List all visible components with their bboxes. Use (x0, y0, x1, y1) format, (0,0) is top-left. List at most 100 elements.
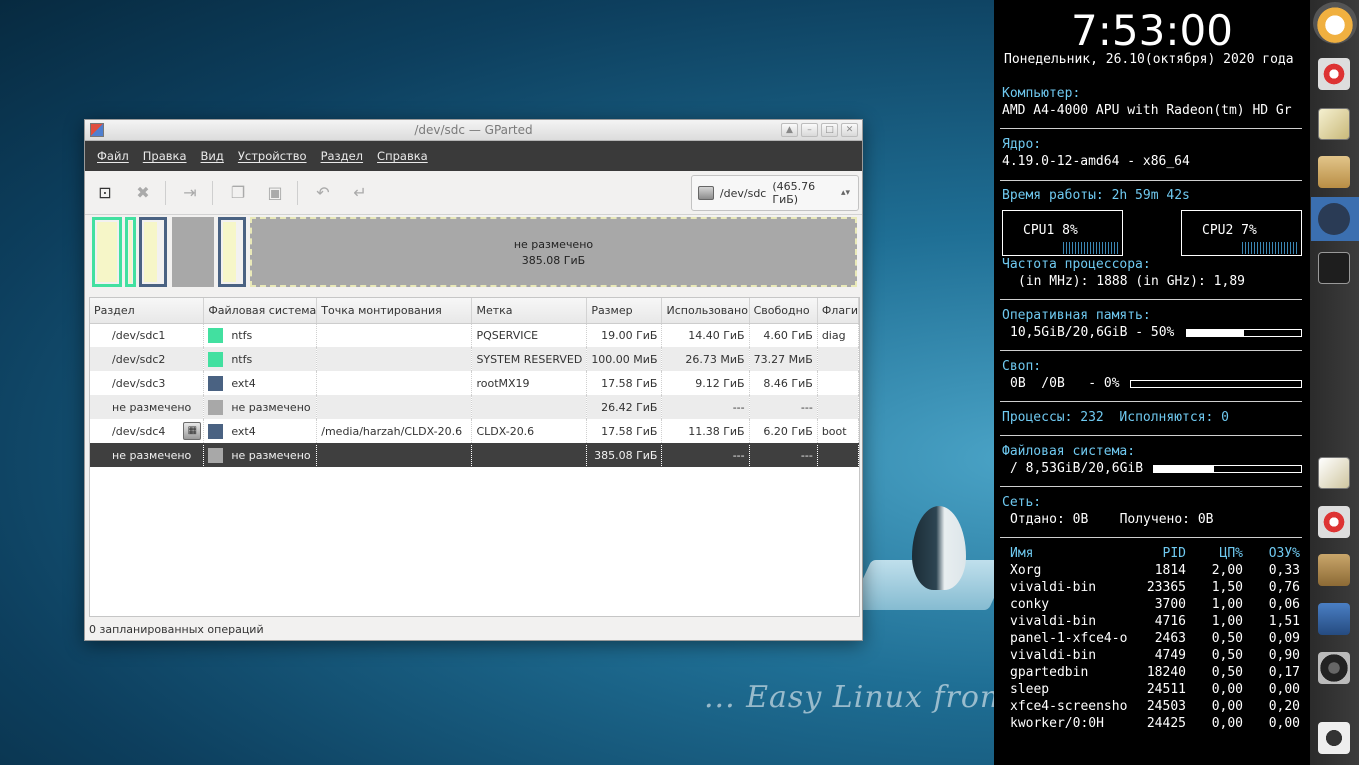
fs-color-swatch (208, 399, 224, 415)
menu-file[interactable]: Файл (97, 149, 129, 163)
window-titlebar[interactable]: /dev/sdc — GParted ▲ – □ ✕ (85, 120, 862, 141)
diskmap-sdc4[interactable] (218, 217, 246, 287)
window-shade-icon[interactable]: ▲ (781, 123, 798, 137)
cell-free: 6.20 ГиБ (749, 419, 818, 443)
table-row[interactable]: /dev/sdc1 ntfs PQSERVICE 19.00 ГиБ 14.40… (90, 323, 860, 347)
cell-used: --- (661, 443, 750, 467)
col-free[interactable]: Свободно (749, 298, 818, 324)
disk-burner-icon[interactable] (1318, 58, 1350, 90)
gparted-window: /dev/sdc — GParted ▲ – □ ✕ Файл Правка В… (84, 119, 863, 641)
cell-partition: /dev/sdc2 (90, 347, 205, 371)
device-selector[interactable]: /dev/sdc (465.76 ГиБ) ▴▾ (691, 175, 859, 211)
menu-edit[interactable]: Правка (143, 149, 187, 163)
col-used[interactable]: Использовано (661, 298, 750, 324)
cell-free: 73.27 МиБ (749, 347, 818, 371)
partition-table: Раздел Файловая система Точка монтирован… (89, 297, 860, 617)
cell-partition: не размечено (90, 443, 205, 467)
conky-panel: 7:53:00 Понедельник, 26.10(октября) 2020… (994, 0, 1310, 765)
cell-flags: boot (817, 419, 860, 443)
notepad-icon[interactable] (1318, 457, 1350, 489)
col-label[interactable]: Метка (471, 298, 588, 324)
processes-heading: Процессы: 232 Исполняются: 0 (1002, 410, 1229, 425)
cell-mountpoint (316, 395, 473, 419)
terminal-icon[interactable] (1318, 252, 1350, 284)
table-row[interactable]: не размечено не размечено 26.42 ГиБ --- … (90, 395, 860, 419)
power-icon[interactable] (1318, 722, 1350, 754)
table-row[interactable]: /dev/sdc2 ntfs SYSTEM RESERVED 100.00 Ми… (90, 347, 860, 371)
cpu1-label: CPU1 8% (1023, 223, 1078, 238)
diskmap-sdc3[interactable] (139, 217, 167, 287)
table-row[interactable]: /dev/sdc4 ▦ ext4 /media/harzah/CLDX-20.6 … (90, 419, 860, 443)
video-player-icon[interactable] (1318, 603, 1350, 635)
menu-view[interactable]: Вид (201, 149, 224, 163)
cell-mountpoint (316, 443, 473, 467)
screenshot-camera-icon[interactable] (1318, 652, 1350, 684)
cell-label: CLDX-20.6 (471, 419, 588, 443)
uptime-value: 2h 59m 42s (1111, 188, 1190, 203)
file-manager-icon[interactable] (1318, 156, 1350, 188)
col-size[interactable]: Размер (586, 298, 663, 324)
processes-label: Процессы: (1002, 410, 1073, 425)
menu-device[interactable]: Устройство (238, 149, 307, 163)
disc-icon[interactable] (1318, 506, 1350, 538)
ram-bar (1186, 329, 1302, 337)
paste-icon[interactable]: ▣ (265, 183, 285, 203)
apply-icon[interactable]: ↵ (350, 183, 370, 203)
package-installer-icon[interactable] (1318, 554, 1350, 586)
fs-name: не размечено (231, 400, 311, 414)
cell-mountpoint: /media/harzah/CLDX-20.6 (316, 419, 473, 443)
cell-flags (817, 395, 860, 419)
swap-value: 0B /0B - 0% (1010, 376, 1120, 391)
diskmap-unallocated-small[interactable] (172, 217, 214, 287)
col-partition[interactable]: Раздел (90, 298, 205, 324)
cell-used: 26.73 МиБ (661, 347, 750, 371)
unallocated-label: не размечено (513, 238, 594, 251)
undo-icon[interactable]: ↶ (313, 183, 333, 203)
new-partition-icon[interactable]: ⊡ (95, 183, 115, 203)
conky-clock: 7:53:00 (1071, 6, 1233, 55)
col-flags[interactable]: Флаги (817, 298, 860, 324)
uptime-heading: Время работы: 2h 59m 42s (1002, 188, 1190, 203)
window-minimize-icon[interactable]: – (801, 123, 818, 137)
cell-label (471, 443, 588, 467)
col-filesystem[interactable]: Файловая система (203, 298, 318, 324)
cell-filesystem: ntfs (203, 323, 318, 347)
menu-penguin-icon[interactable] (1313, 2, 1357, 44)
cell-flags (817, 371, 860, 395)
delete-partition-icon[interactable]: ✖ (133, 183, 153, 203)
cell-partition: не размечено (90, 395, 205, 419)
cell-filesystem: не размечено (203, 443, 318, 467)
text-editor-icon[interactable] (1318, 108, 1350, 140)
ram-bar-fill (1187, 330, 1244, 336)
toolbar-separator (165, 181, 166, 205)
cell-size: 100.00 МиБ (586, 347, 663, 371)
menu-help[interactable]: Справка (377, 149, 428, 163)
table-row[interactable]: /dev/sdc3 ext4 rootMX19 17.58 ГиБ 9.12 Г… (90, 371, 860, 395)
cpu2-graph: CPU2 7% (1181, 210, 1302, 256)
menu-partition[interactable]: Раздел (321, 149, 363, 163)
diskmap-sdc2[interactable] (125, 217, 136, 287)
diskmap-sdc1[interactable] (92, 217, 122, 287)
process-table-header: Имя PID ЦП% ОЗУ% (1010, 546, 1300, 561)
copy-icon[interactable]: ❐ (228, 183, 248, 203)
resize-move-icon[interactable]: ⇥ (180, 183, 200, 203)
vivaldi-icon[interactable] (1318, 203, 1350, 235)
cell-partition: /dev/sdc1 (90, 323, 205, 347)
cell-partition: /dev/sdc3 (90, 371, 205, 395)
device-path: /dev/sdc (719, 186, 767, 200)
toolbar-separator (212, 181, 213, 205)
toolbar: ⊡ ✖ ⇥ ❐ ▣ ↶ ↵ /dev/sdc (465.76 ГиБ) ▴▾ (85, 171, 862, 215)
fs-name: ext4 (231, 376, 256, 390)
cell-partition: /dev/sdc4 ▦ (90, 419, 205, 443)
table-row-selected[interactable]: не размечено не размечено 385.08 ГиБ ---… (90, 443, 860, 467)
diskmap-unallocated-large[interactable]: не размечено 385.08 ГиБ (250, 217, 857, 287)
cell-filesystem: ext4 (203, 371, 318, 395)
process-row: xfce4-screensho 24503 0,00 0,20 (1010, 699, 1300, 714)
computer-value: AMD A4-4000 APU with Radeon(tm) HD Gr (1002, 103, 1292, 118)
processes-count: 232 (1080, 410, 1104, 425)
window-maximize-icon[interactable]: □ (821, 123, 838, 137)
col-mountpoint[interactable]: Точка монтирования (316, 298, 473, 324)
window-close-icon[interactable]: ✕ (841, 123, 858, 137)
cell-free: --- (749, 443, 818, 467)
swap-bar (1130, 380, 1302, 388)
